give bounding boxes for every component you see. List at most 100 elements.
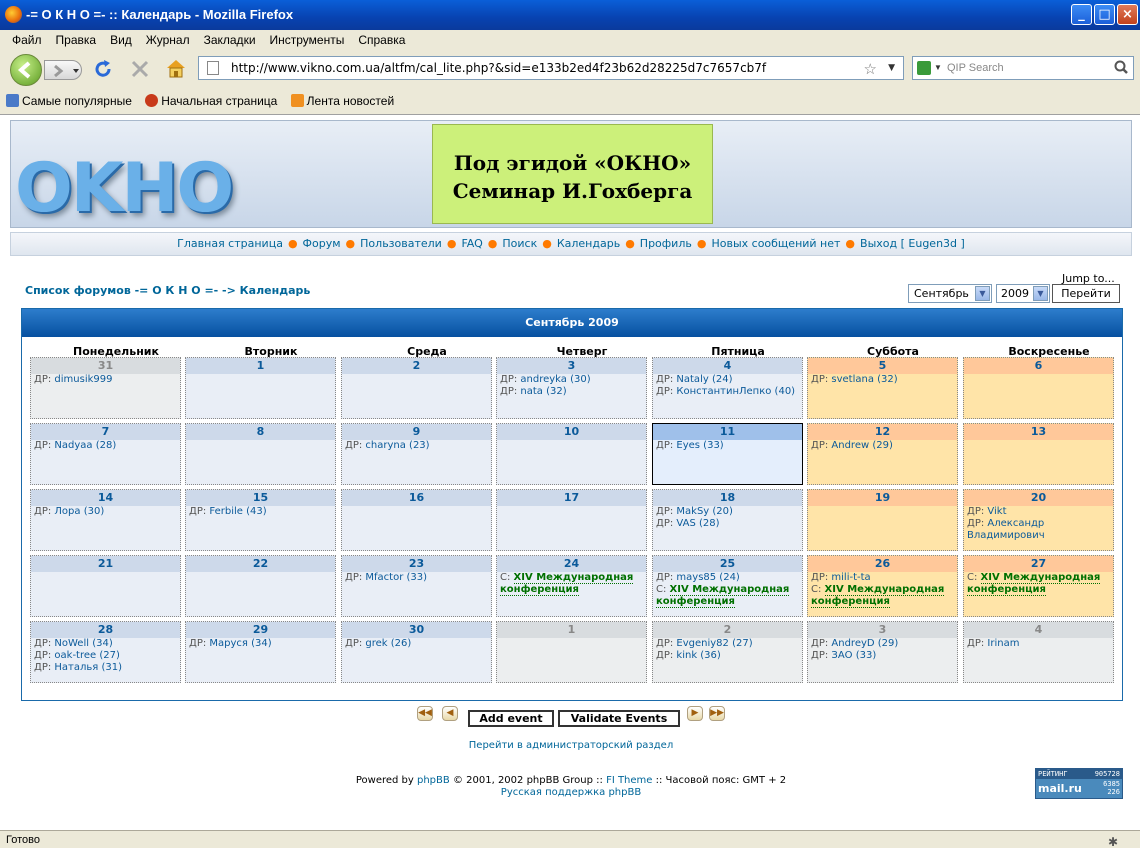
birthday-user-link[interactable]: Evgeniy82 (27) xyxy=(676,638,752,649)
nav-profile[interactable]: Профиль xyxy=(640,237,692,250)
birthday-user-link[interactable]: Наталья (31) xyxy=(54,662,122,673)
day-number[interactable]: 6 xyxy=(964,358,1113,374)
theme-link[interactable]: FI Theme xyxy=(606,775,652,786)
birthday-user-link[interactable]: MakSy (20) xyxy=(676,506,733,517)
first-month-icon[interactable]: ◀◀ xyxy=(417,706,433,721)
menu-bookmarks[interactable]: Закладки xyxy=(197,30,263,50)
birthday-user-link[interactable]: grek (26) xyxy=(365,638,411,649)
event-link[interactable]: XIV Международная конференция xyxy=(500,572,634,596)
birthday-user-link[interactable]: Лора (30) xyxy=(54,506,104,517)
day-number[interactable]: 2 xyxy=(653,622,802,638)
birthday-user-link[interactable]: svetlana (32) xyxy=(831,374,897,385)
day-number[interactable]: 31 xyxy=(31,358,180,374)
day-number[interactable]: 23 xyxy=(342,556,491,572)
calendar-day-cell[interactable]: 26 ДР: mili-t-ta С: XIV Международная конф… xyxy=(807,555,958,617)
birthday-user-link[interactable]: Ferbile (43) xyxy=(209,506,266,517)
search-input[interactable]: ▼ QIP Search xyxy=(912,56,1134,80)
calendar-day-cell[interactable]: 19 xyxy=(807,489,958,551)
calendar-day-cell[interactable]: 11 ДР: Eyes (33) xyxy=(652,423,803,485)
calendar-day-cell[interactable]: 5 ДР: svetlana (32) xyxy=(807,357,958,419)
menu-history[interactable]: Журнал xyxy=(139,30,197,50)
url-dropdown-icon[interactable]: ▼ xyxy=(888,57,895,79)
day-number[interactable]: 19 xyxy=(808,490,957,506)
calendar-day-cell[interactable]: 1 xyxy=(185,357,336,419)
birthday-user-link[interactable]: ЗАО (33) xyxy=(831,650,876,661)
nav-faq[interactable]: FAQ xyxy=(461,237,482,250)
engine-dropdown-icon[interactable]: ▼ xyxy=(934,57,942,79)
day-number[interactable]: 7 xyxy=(31,424,180,440)
day-number[interactable]: 21 xyxy=(31,556,180,572)
calendar-day-cell[interactable]: 27 С: XIV Международная конференция xyxy=(963,555,1114,617)
birthday-user-link[interactable]: КонстантинЛепко (40) xyxy=(676,386,795,397)
day-number[interactable]: 4 xyxy=(964,622,1113,638)
birthday-user-link[interactable]: nata (32) xyxy=(520,386,566,397)
search-engine-icon[interactable] xyxy=(917,61,931,75)
calendar-day-cell[interactable]: 8 xyxy=(185,423,336,485)
day-number[interactable]: 1 xyxy=(186,358,335,374)
day-number[interactable]: 16 xyxy=(342,490,491,506)
day-number[interactable]: 22 xyxy=(186,556,335,572)
breadcrumb[interactable]: Список форумов -= О К Н О =- -> Календар… xyxy=(25,284,310,297)
day-number[interactable]: 12 xyxy=(808,424,957,440)
calendar-day-cell[interactable]: 14 ДР: Лора (30) xyxy=(30,489,181,551)
calendar-day-cell[interactable]: 4 ДР: Nataly (24) ДР: КонстантинЛепко (40) xyxy=(652,357,803,419)
calendar-day-cell[interactable]: 7 ДР: Nadyaa (28) xyxy=(30,423,181,485)
nav-logout[interactable]: Выход [ Eugen3d ] xyxy=(860,237,965,250)
menu-edit[interactable]: Правка xyxy=(49,30,104,50)
birthday-user-link[interactable]: mili-t-ta xyxy=(831,572,870,583)
day-number[interactable]: 4 xyxy=(653,358,802,374)
next-month-icon[interactable]: ▶ xyxy=(687,706,703,721)
back-icon[interactable] xyxy=(10,54,42,86)
calendar-day-cell[interactable]: 20 ДР: Vikt ДР: Александр Владимирович xyxy=(963,489,1114,551)
birthday-user-link[interactable]: oak-tree (27) xyxy=(54,650,119,661)
day-number[interactable]: 9 xyxy=(342,424,491,440)
minimize-button[interactable]: _ xyxy=(1071,4,1092,25)
nav-search[interactable]: Поиск xyxy=(502,237,537,250)
reload-icon[interactable] xyxy=(92,58,114,80)
day-number[interactable]: 26 xyxy=(808,556,957,572)
birthday-user-link[interactable]: andreyka (30) xyxy=(520,374,590,385)
validate-events-button[interactable]: Validate Events xyxy=(558,710,680,727)
birthday-user-link[interactable]: AndreyD (29) xyxy=(831,638,898,649)
close-button[interactable]: × xyxy=(1117,4,1138,25)
nav-forum[interactable]: Форум xyxy=(303,237,341,250)
bookmark-home[interactable]: Начальная страница xyxy=(139,90,277,112)
birthday-user-link[interactable]: dimusik999 xyxy=(54,374,112,385)
day-number[interactable]: 28 xyxy=(31,622,180,638)
day-number[interactable]: 24 xyxy=(497,556,646,572)
day-number[interactable]: 3 xyxy=(497,358,646,374)
menu-file[interactable]: Файл xyxy=(0,30,49,50)
day-number[interactable]: 5 xyxy=(808,358,957,374)
menu-view[interactable]: Вид xyxy=(103,30,139,50)
event-link[interactable]: XIV Международная конференция xyxy=(656,584,790,608)
calendar-day-cell[interactable]: 2 ДР: Evgeniy82 (27) ДР: kink (36) xyxy=(652,621,803,683)
addon-icon[interactable]: ✱ xyxy=(1108,833,1118,851)
star-icon[interactable]: ☆ xyxy=(864,58,877,80)
birthday-user-link[interactable]: Eyes (33) xyxy=(676,440,723,451)
birthday-user-link[interactable]: charyna (23) xyxy=(365,440,429,451)
birthday-user-link[interactable]: Mfactor (33) xyxy=(365,572,427,583)
birthday-user-link[interactable]: Маруся (34) xyxy=(209,638,271,649)
calendar-day-cell[interactable]: 10 xyxy=(496,423,647,485)
day-number[interactable]: 10 xyxy=(497,424,646,440)
calendar-day-cell[interactable]: 2 xyxy=(341,357,492,419)
birthday-user-link[interactable]: Nataly (24) xyxy=(676,374,732,385)
month-select[interactable]: Сентябрь ▼ xyxy=(908,284,992,303)
go-button[interactable]: Перейти xyxy=(1052,284,1120,303)
day-number[interactable]: 2 xyxy=(342,358,491,374)
day-number[interactable]: 25 xyxy=(653,556,802,572)
day-number[interactable]: 17 xyxy=(497,490,646,506)
calendar-day-cell[interactable]: 6 xyxy=(963,357,1114,419)
calendar-day-cell[interactable]: 24 С: XIV Международная конференция xyxy=(496,555,647,617)
calendar-day-cell[interactable]: 29 ДР: Маруся (34) xyxy=(185,621,336,683)
calendar-day-cell[interactable]: 16 xyxy=(341,489,492,551)
event-link[interactable]: XIV Международная конференция xyxy=(967,572,1101,596)
birthday-user-link[interactable]: kink (36) xyxy=(676,650,720,661)
birthday-user-link[interactable]: Irinam xyxy=(987,638,1019,649)
calendar-day-cell[interactable]: 18 ДР: MakSy (20) ДР: VAS (28) xyxy=(652,489,803,551)
stop-icon[interactable] xyxy=(129,58,151,80)
url-field[interactable]: http://www.vikno.com.ua/altfm/cal_lite.p… xyxy=(198,56,904,80)
day-number[interactable]: 27 xyxy=(964,556,1113,572)
birthday-user-link[interactable]: VAS (28) xyxy=(676,518,719,529)
menu-help[interactable]: Справка xyxy=(351,30,412,50)
